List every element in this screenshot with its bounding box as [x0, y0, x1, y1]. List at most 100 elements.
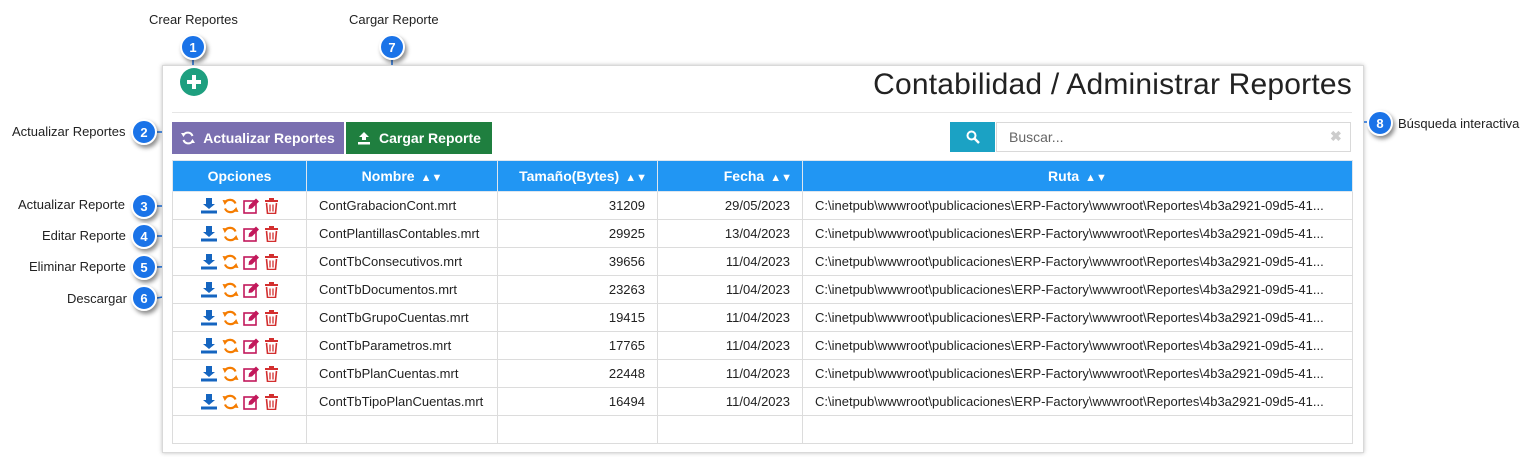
cell-path: C:\inetpub\wwwroot\publicaciones\ERP-Fac… [802, 247, 1353, 276]
callout-label-eliminar-reporte: Eliminar Reporte [29, 259, 126, 274]
download-icon[interactable] [200, 309, 218, 326]
download-icon[interactable] [200, 253, 218, 270]
edit-icon[interactable] [243, 226, 260, 242]
callout-badge-8: 8 [1367, 110, 1393, 136]
upload-report-button[interactable]: Cargar Reporte [346, 122, 492, 154]
trash-icon[interactable] [264, 281, 279, 298]
trash-icon[interactable] [264, 393, 279, 410]
table-row: ContTbPlanCuentas.mrt 22448 11/04/2023 C… [172, 359, 1353, 388]
cell-path: C:\inetpub\wwwroot\publicaciones\ERP-Fac… [802, 359, 1353, 388]
cell-date: 11/04/2023 [657, 275, 803, 304]
empty-cell [657, 415, 803, 444]
reports-table: Opciones Nombre ▲▼ Tamaño(Bytes) ▲▼ Fecha ▲… [172, 160, 1353, 444]
edit-icon[interactable] [243, 282, 260, 298]
edit-icon[interactable] [243, 254, 260, 270]
sort-icon: ▲▼ [625, 172, 647, 184]
cell-size: 31209 [497, 191, 658, 220]
trash-icon[interactable] [264, 337, 279, 354]
edit-icon[interactable] [243, 338, 260, 354]
header-size[interactable]: Tamaño(Bytes) ▲▼ [497, 160, 658, 192]
callout-label-busqueda-interactiva: Búsqueda interactiva [1398, 116, 1520, 131]
row-options [172, 387, 307, 416]
cell-name: ContTbPlanCuentas.mrt [306, 359, 498, 388]
trash-icon[interactable] [264, 309, 279, 326]
callout-label-descargar: Descargar [67, 291, 127, 306]
callout-label-actualizar-reportes: Actualizar Reportes [12, 124, 126, 139]
cell-path: C:\inetpub\wwwroot\publicaciones\ERP-Fac… [802, 219, 1353, 248]
header-path[interactable]: Ruta ▲▼ [802, 160, 1353, 192]
cell-path: C:\inetpub\wwwroot\publicaciones\ERP-Fac… [802, 275, 1353, 304]
edit-icon[interactable] [243, 394, 260, 410]
download-icon[interactable] [200, 337, 218, 354]
edit-icon[interactable] [243, 310, 260, 326]
download-icon[interactable] [200, 393, 218, 410]
callout-label-actualizar-reporte: Actualizar Reporte [18, 197, 125, 212]
table-row: ContTbParametros.mrt 17765 11/04/2023 C:… [172, 331, 1353, 360]
header-divider [172, 112, 1352, 113]
cell-name: ContTbDocumentos.mrt [306, 275, 498, 304]
download-icon[interactable] [200, 225, 218, 242]
trash-icon[interactable] [264, 225, 279, 242]
cell-date: 11/04/2023 [657, 331, 803, 360]
cell-size: 29925 [497, 219, 658, 248]
trash-icon[interactable] [264, 197, 279, 214]
callout-badge-4: 4 [131, 223, 157, 249]
refresh-reports-button[interactable]: Actualizar Reportes [172, 122, 344, 154]
edit-icon[interactable] [243, 366, 260, 382]
refresh-icon[interactable] [222, 198, 239, 214]
cell-date: 11/04/2023 [657, 359, 803, 388]
row-options [172, 331, 307, 360]
empty-cell [306, 415, 498, 444]
callout-label-crear-reportes: Crear Reportes [149, 12, 238, 27]
cell-size: 22448 [497, 359, 658, 388]
cell-date: 11/04/2023 [657, 303, 803, 332]
download-icon[interactable] [200, 281, 218, 298]
empty-cell [172, 415, 307, 444]
download-icon[interactable] [200, 197, 218, 214]
refresh-icon[interactable] [222, 394, 239, 410]
search-icon [966, 130, 980, 144]
refresh-icon[interactable] [222, 282, 239, 298]
empty-cell [497, 415, 658, 444]
edit-icon[interactable] [243, 198, 260, 214]
cell-size: 17765 [497, 331, 658, 360]
callout-badge-2: 2 [131, 119, 157, 145]
refresh-icon[interactable] [222, 226, 239, 242]
trash-icon[interactable] [264, 365, 279, 382]
cell-path: C:\inetpub\wwwroot\publicaciones\ERP-Fac… [802, 303, 1353, 332]
page-title: Contabilidad / Administrar Reportes [873, 68, 1352, 101]
refresh-icon[interactable] [222, 254, 239, 270]
header-date[interactable]: Fecha ▲▼ [657, 160, 803, 192]
cell-size: 23263 [497, 275, 658, 304]
table-row: ContTbDocumentos.mrt 23263 11/04/2023 C:… [172, 275, 1353, 304]
callout-badge-6: 6 [131, 285, 157, 311]
cell-name: ContPlantillasContables.mrt [306, 219, 498, 248]
cell-name: ContTbTipoPlanCuentas.mrt [306, 387, 498, 416]
row-options [172, 359, 307, 388]
cell-date: 11/04/2023 [657, 247, 803, 276]
cell-size: 16494 [497, 387, 658, 416]
table-row: ContPlantillasContables.mrt 29925 13/04/… [172, 219, 1353, 248]
search-input[interactable] [996, 122, 1351, 152]
callout-badge-3: 3 [131, 193, 157, 219]
header-options: Opciones [172, 160, 307, 192]
plus-circle-icon [187, 75, 201, 89]
search-button[interactable] [950, 122, 995, 152]
table-row: ContGrabacionCont.mrt 31209 29/05/2023 C… [172, 191, 1353, 220]
upload-icon [358, 132, 371, 145]
download-icon[interactable] [200, 365, 218, 382]
row-options [172, 275, 307, 304]
row-options [172, 219, 307, 248]
sort-icon: ▲▼ [1085, 172, 1107, 184]
refresh-icon[interactable] [222, 366, 239, 382]
cell-size: 19415 [497, 303, 658, 332]
row-options [172, 191, 307, 220]
clear-icon[interactable]: ✖ [1330, 128, 1342, 145]
refresh-icon[interactable] [222, 338, 239, 354]
refresh-icon[interactable] [222, 310, 239, 326]
cell-name: ContTbGrupoCuentas.mrt [306, 303, 498, 332]
add-report-button[interactable] [180, 68, 208, 96]
header-name[interactable]: Nombre ▲▼ [306, 160, 498, 192]
cell-name: ContTbConsecutivos.mrt [306, 247, 498, 276]
trash-icon[interactable] [264, 253, 279, 270]
